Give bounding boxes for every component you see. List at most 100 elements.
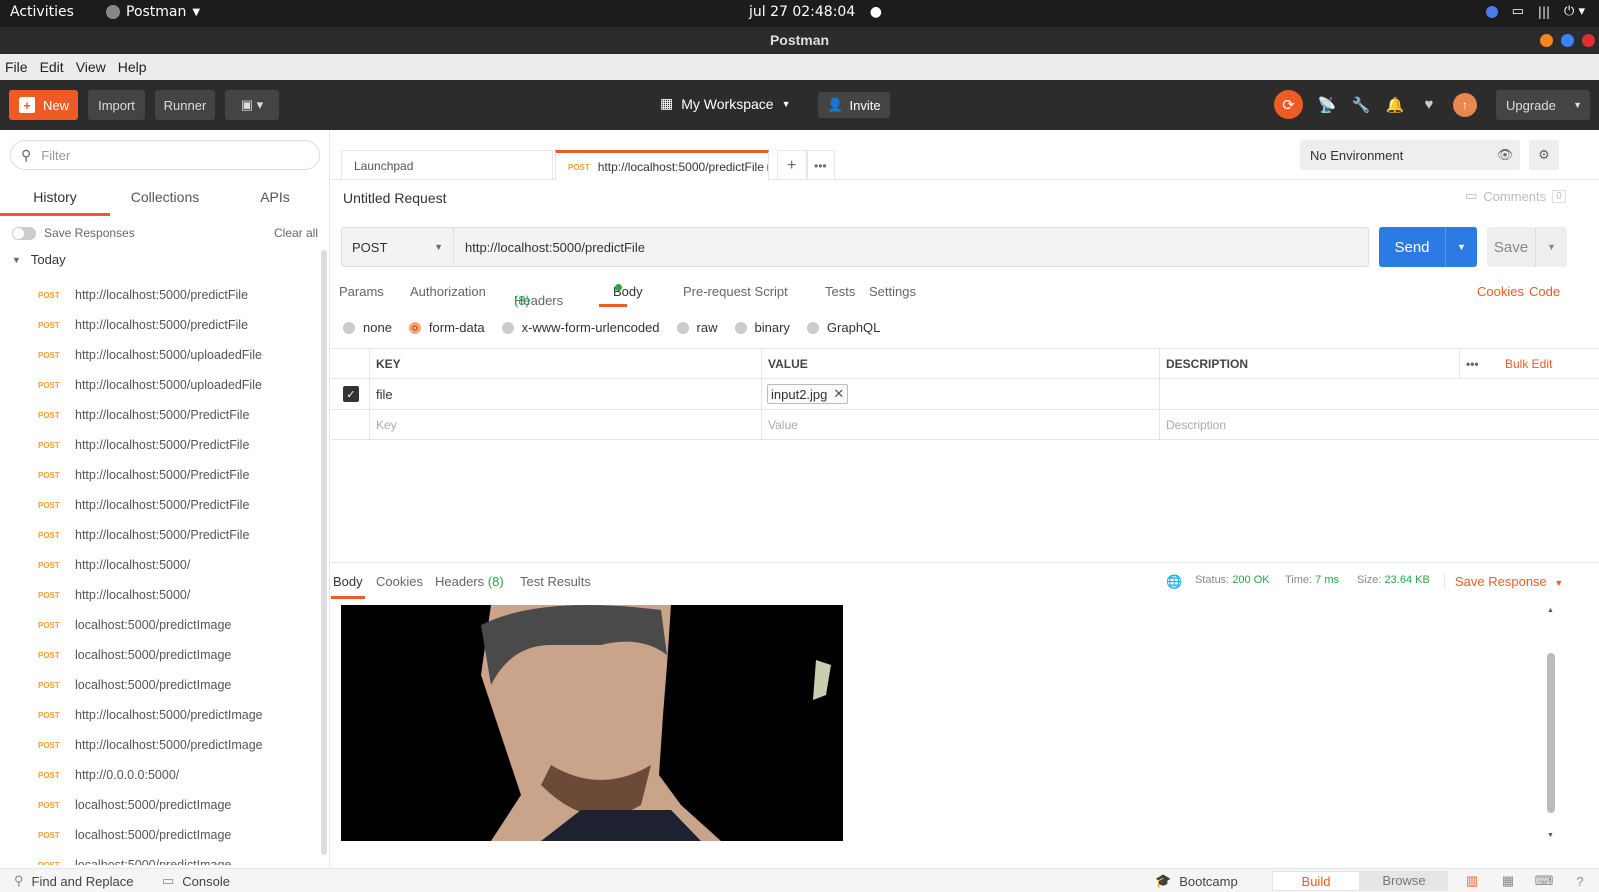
workspace-switcher[interactable]: ▦ My Workspace ▼ — [660, 95, 790, 112]
environment-quick-look-button[interactable]: 👁 — [1490, 140, 1520, 170]
manage-environments-button[interactable]: ⚙ — [1529, 140, 1559, 170]
tab-collections[interactable]: Collections — [110, 182, 220, 216]
scroll-up-icon[interactable]: ▲ — [1547, 607, 1554, 614]
tab-launchpad[interactable]: Launchpad — [341, 150, 553, 180]
history-item[interactable]: POST http://localhost:5000/PredictFile — [0, 430, 318, 460]
history-item[interactable]: POST http://localhost:5000/PredictFile — [0, 490, 318, 520]
menu-edit[interactable]: Edit — [34, 59, 70, 75]
history-item[interactable]: POST http://localhost:5000/PredictFile — [0, 520, 318, 550]
history-item[interactable]: POST http://localhost:5000/PredictFile — [0, 460, 318, 490]
new-button[interactable]: + New — [9, 90, 78, 120]
response-scrollbar[interactable]: ▲ ▼ — [1546, 605, 1556, 841]
help-icon[interactable]: ? — [1572, 873, 1588, 889]
chevron-down-icon[interactable]: ▼ — [1573, 100, 1582, 110]
code-link[interactable]: Code — [1529, 284, 1560, 299]
tab-active-request[interactable]: POST http://localhost:5000/predictFile — [555, 150, 769, 181]
history-item[interactable]: POST localhost:5000/predictImage — [0, 850, 318, 865]
key-placeholder-cell[interactable]: Key — [369, 410, 761, 439]
key-cell[interactable]: file — [369, 379, 761, 409]
history-item[interactable]: POST http://localhost:5000/predictFile — [0, 280, 318, 310]
invite-button[interactable]: 👤 Invite — [818, 92, 890, 118]
send-button[interactable]: Send ▼ — [1379, 227, 1477, 267]
menu-file[interactable]: File — [0, 59, 34, 75]
history-item[interactable]: POST http://localhost:5000/predictImage — [0, 700, 318, 730]
browse-mode-button[interactable]: Browse — [1360, 871, 1448, 891]
history-item[interactable]: POST http://localhost:5000/predictFile — [0, 310, 318, 340]
more-options-icon[interactable]: ••• — [1459, 349, 1499, 378]
history-item[interactable]: POST http://localhost:5000/ — [0, 580, 318, 610]
tab-tests[interactable]: Tests — [825, 284, 855, 299]
close-button[interactable] — [1582, 34, 1595, 47]
minimize-button[interactable] — [1540, 34, 1553, 47]
response-tab-headers[interactable]: Headers (8) — [435, 574, 504, 589]
activities-button[interactable]: Activities — [10, 4, 74, 20]
wrench-icon[interactable]: 🔧 — [1351, 95, 1371, 115]
globe-icon[interactable]: 🌐 — [1166, 574, 1182, 590]
history-item[interactable]: POST http://localhost:5000/PredictFile — [0, 400, 318, 430]
clock[interactable]: jul 27 02:48:04 ● — [749, 4, 882, 20]
history-item[interactable]: POST localhost:5000/predictImage — [0, 670, 318, 700]
sync-icon[interactable]: ⟳ — [1274, 90, 1303, 119]
history-group-today[interactable]: ▼ Today — [12, 252, 66, 267]
tab-history[interactable]: History — [0, 182, 110, 216]
body-mode-raw[interactable]: raw — [676, 320, 718, 335]
maximize-button[interactable] — [1561, 34, 1574, 47]
screen-icon[interactable]: ▭ — [1512, 4, 1524, 19]
bell-icon[interactable]: 🔔 — [1385, 95, 1405, 115]
history-item[interactable]: POST http://localhost:5000/uploadedFile — [0, 370, 318, 400]
body-mode-binary[interactable]: binary — [734, 320, 790, 335]
save-dropdown-icon[interactable]: ▼ — [1535, 227, 1567, 267]
comments-button[interactable]: ▭ Comments 0 — [1465, 188, 1566, 204]
tab-params[interactable]: Params — [339, 284, 384, 299]
history-item[interactable]: POST http://localhost:5000/ — [0, 550, 318, 580]
history-item[interactable]: POST localhost:5000/predictImage — [0, 790, 318, 820]
environment-select[interactable]: No Environment ▼ — [1300, 140, 1514, 170]
new-window-button[interactable]: ▣ ▾ — [225, 90, 279, 120]
tab-body[interactable]: Body — [599, 275, 643, 307]
import-button[interactable]: Import — [88, 90, 145, 120]
tab-apis[interactable]: APIs — [220, 182, 330, 216]
remove-file-icon[interactable]: ✕ — [833, 386, 844, 402]
history-item[interactable]: POST http://localhost:5000/predictImage — [0, 730, 318, 760]
satellite-icon[interactable]: 📡 — [1317, 95, 1337, 115]
runner-button[interactable]: Runner — [155, 90, 215, 120]
cookies-link[interactable]: Cookies — [1477, 284, 1524, 299]
app-menu[interactable]: Postman ▼ — [106, 4, 200, 20]
response-tab-test-results[interactable]: Test Results — [520, 574, 591, 589]
value-cell[interactable]: input2.jpg ✕ — [761, 379, 1159, 409]
history-item[interactable]: POST localhost:5000/predictImage — [0, 610, 318, 640]
body-mode-none[interactable]: none — [343, 320, 392, 335]
keyboard-icon[interactable]: ⌨ — [1535, 873, 1554, 889]
chat-app-icon[interactable] — [1485, 5, 1498, 18]
power-icon[interactable]: ⏻ ▾ — [1564, 4, 1585, 19]
two-pane-view-icon[interactable]: ▥ — [1464, 873, 1480, 889]
scroll-thumb[interactable] — [1547, 653, 1555, 813]
body-mode-urlencoded[interactable]: x-www-form-urlencoded — [501, 320, 660, 335]
tab-pre-request-script[interactable]: Pre-request Script — [683, 284, 788, 299]
row-checkbox[interactable]: ✓ — [343, 379, 369, 409]
filter-input[interactable]: ⚲ Filter — [10, 140, 320, 170]
bootcamp-button[interactable]: 🎓 Bootcamp — [1155, 873, 1238, 889]
sidebar-scrollbar[interactable] — [321, 250, 327, 855]
system-tray[interactable]: ▭ ||| ⏻ ▾ — [1485, 4, 1585, 19]
upgrade-button[interactable]: Upgrade ▼ — [1496, 90, 1590, 120]
heart-icon[interactable]: ♥ — [1419, 95, 1439, 115]
tab-authorization[interactable]: Authorization — [410, 284, 486, 299]
console-button[interactable]: ▭ Console — [162, 873, 230, 889]
history-item[interactable]: POST localhost:5000/predictImage — [0, 820, 318, 850]
history-item[interactable]: POST http://localhost:5000/uploadedFile — [0, 340, 318, 370]
history-item[interactable]: POST http://0.0.0.0:5000/ — [0, 760, 318, 790]
body-mode-form-data[interactable]: form-data — [408, 320, 485, 335]
find-replace-button[interactable]: ⚲ Find and Replace — [14, 873, 133, 889]
build-mode-button[interactable]: Build — [1272, 871, 1360, 891]
history-item[interactable]: POST localhost:5000/predictImage — [0, 640, 318, 670]
more-tabs-button[interactable]: ••• — [807, 150, 835, 180]
send-dropdown-icon[interactable]: ▼ — [1445, 227, 1477, 267]
volume-icon[interactable]: ||| — [1538, 5, 1550, 19]
response-tab-body[interactable]: Body — [331, 563, 365, 599]
save-responses-toggle[interactable] — [12, 226, 36, 240]
save-response-button[interactable]: Save Response ▼ — [1444, 574, 1563, 589]
method-select[interactable]: POST ▼ — [342, 228, 454, 266]
clear-all-link[interactable]: Clear all — [274, 226, 318, 240]
request-name[interactable]: Untitled Request — [343, 190, 447, 206]
